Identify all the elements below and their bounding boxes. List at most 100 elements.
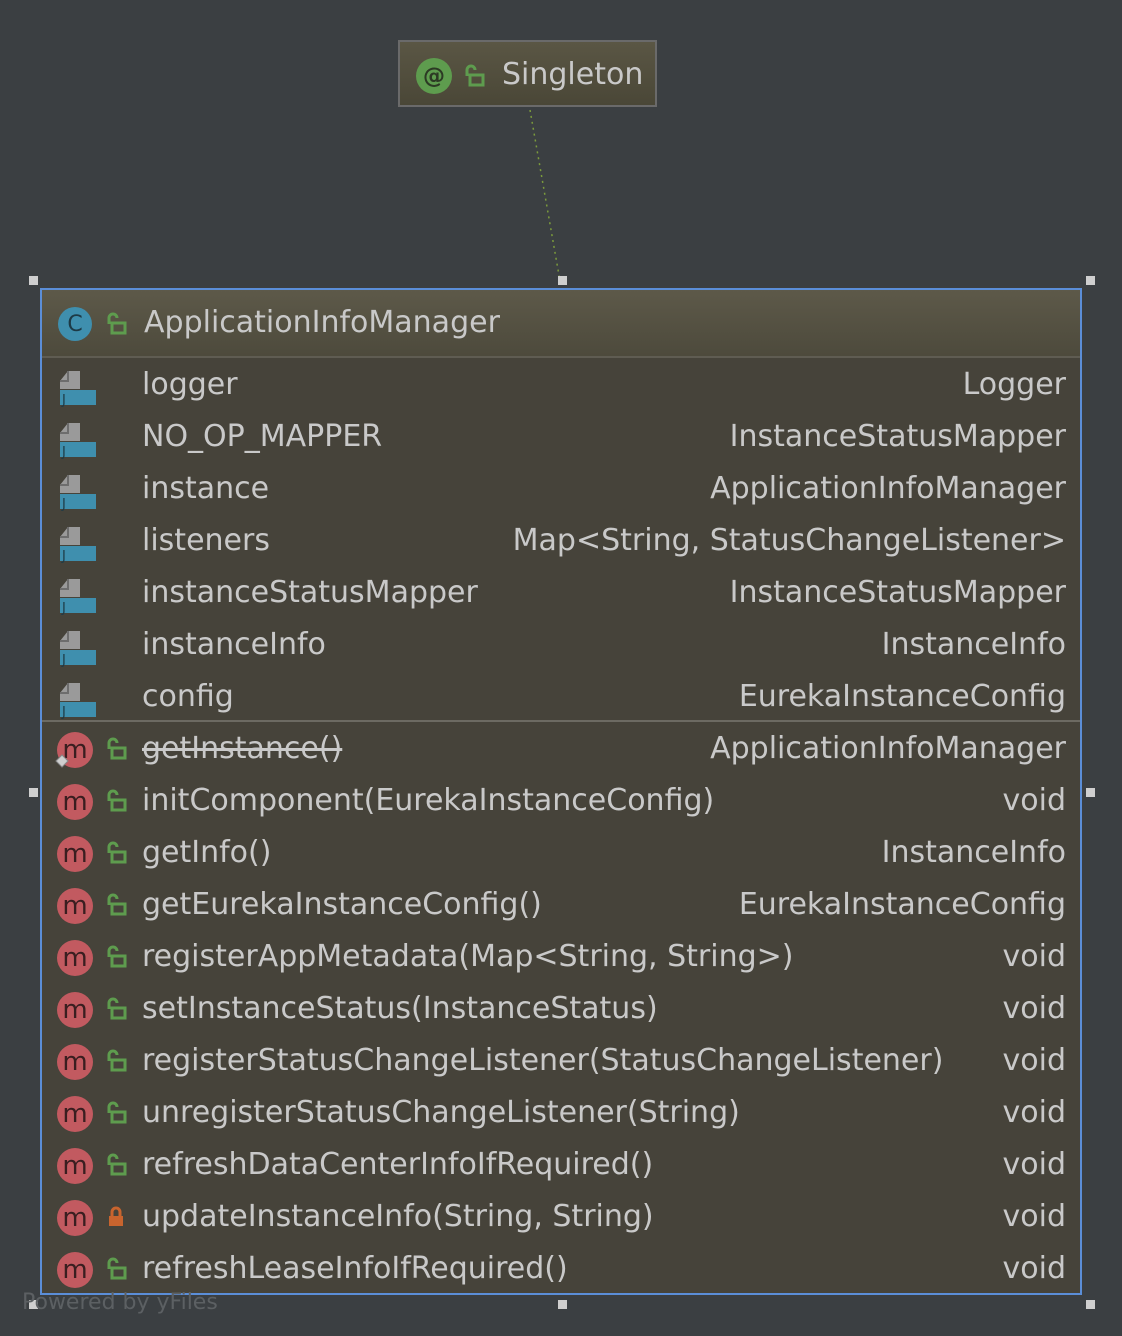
- method-row[interactable]: m setInstanceStatus(InstanceStatus) void: [42, 983, 1080, 1035]
- selection-handle[interactable]: [558, 1300, 567, 1309]
- field-row[interactable]: Jlisteners Map<String, StatusChangeListen…: [42, 515, 1080, 567]
- method-return-type: InstanceInfo: [881, 835, 1066, 870]
- field-row[interactable]: Jinstance ApplicationInfoManager: [42, 463, 1080, 515]
- method-name: unregisterStatusChangeListener(String): [142, 1095, 740, 1130]
- method-icon: m: [57, 992, 93, 1028]
- public-lock-icon: [107, 945, 127, 968]
- method-return-type: void: [1002, 1199, 1067, 1234]
- method-icon: m: [57, 1148, 93, 1184]
- method-icon: m: [57, 784, 93, 820]
- method-row[interactable]: m refreshDataCenterInfoIfRequired() void: [42, 1139, 1080, 1191]
- method-row[interactable]: m refreshLeaseInfoIfRequired() void: [42, 1243, 1080, 1295]
- public-lock-icon: [107, 1049, 127, 1072]
- selection-handle[interactable]: [29, 788, 38, 797]
- annotation-icon: @: [416, 58, 452, 94]
- method-row[interactable]: m getInstance() ApplicationInfoManager: [42, 723, 1080, 775]
- method-name: registerStatusChangeListener(StatusChang…: [142, 1043, 944, 1078]
- method-return-type: void: [1002, 1043, 1067, 1078]
- method-name: setInstanceStatus(InstanceStatus): [142, 991, 658, 1026]
- field-row[interactable]: Jconfig EurekaInstanceConfig: [42, 671, 1080, 723]
- public-lock-icon: [107, 1101, 127, 1124]
- method-icon: m: [57, 1252, 93, 1288]
- method-return-type: void: [1002, 783, 1067, 818]
- class-title: ApplicationInfoManager: [144, 305, 500, 340]
- field-name: instanceStatusMapper: [142, 575, 478, 610]
- svg-text:J: J: [61, 445, 66, 459]
- field-row[interactable]: JinstanceInfo InstanceInfo: [42, 619, 1080, 671]
- method-return-type: void: [1002, 1251, 1067, 1286]
- method-return-type: void: [1002, 939, 1067, 974]
- static-field-icon: J: [60, 371, 96, 407]
- method-name: updateInstanceInfo(String, String): [142, 1199, 654, 1234]
- method-row[interactable]: m unregisterStatusChangeListener(String) v…: [42, 1087, 1080, 1139]
- field-type: Map<String, StatusChangeListener>: [512, 523, 1066, 558]
- selection-handle[interactable]: [29, 276, 38, 285]
- public-lock-icon: [107, 312, 127, 335]
- method-return-type: void: [1002, 1095, 1067, 1130]
- selection-handle[interactable]: [1086, 788, 1095, 797]
- annotation-title: Singleton: [502, 57, 644, 92]
- field-type: EurekaInstanceConfig: [738, 679, 1066, 714]
- field-type: Logger: [962, 367, 1066, 402]
- method-return-type: ApplicationInfoManager: [710, 731, 1066, 766]
- selection-handle[interactable]: [1086, 1300, 1095, 1309]
- method-name: initComponent(EurekaInstanceConfig): [142, 783, 715, 818]
- method-return-type: void: [1002, 1147, 1067, 1182]
- field-name: logger: [142, 367, 238, 402]
- method-return-type: void: [1002, 991, 1067, 1026]
- method-row[interactable]: m getInfo() InstanceInfo: [42, 827, 1080, 879]
- method-name: getEurekaInstanceConfig(): [142, 887, 542, 922]
- static-field-icon: J: [60, 527, 96, 563]
- class-icon: C: [58, 307, 92, 341]
- section-divider: [42, 720, 1080, 722]
- public-lock-icon: [107, 737, 127, 760]
- class-header: C ApplicationInfoManager: [42, 290, 1080, 358]
- method-return-type: EurekaInstanceConfig: [738, 887, 1066, 922]
- method-name: getInfo(): [142, 835, 272, 870]
- method-row[interactable]: m getEurekaInstanceConfig() EurekaInstance…: [42, 879, 1080, 931]
- annotation-node-singleton[interactable]: @ Singleton: [398, 40, 657, 107]
- method-icon: m: [57, 836, 93, 872]
- public-lock-icon: [107, 1153, 127, 1176]
- method-icon: m: [57, 1200, 93, 1236]
- svg-text:J: J: [61, 393, 66, 407]
- method-row[interactable]: m registerStatusChangeListener(StatusChan…: [42, 1035, 1080, 1087]
- public-lock-icon: [107, 789, 127, 812]
- method-name: refreshDataCenterInfoIfRequired(): [142, 1147, 654, 1182]
- svg-text:J: J: [61, 653, 66, 667]
- field-row[interactable]: J NO_OP_MAPPER InstanceStatusMapper: [42, 411, 1080, 463]
- static-field-icon: J: [60, 423, 96, 459]
- method-name: getInstance(): [142, 731, 343, 766]
- deprecated-icon: [55, 754, 69, 768]
- field-row[interactable]: JinstanceStatusMapper InstanceStatusMappe…: [42, 567, 1080, 619]
- method-row[interactable]: m registerAppMetadata(Map<String, String>…: [42, 931, 1080, 983]
- public-lock-icon: [107, 1257, 127, 1280]
- static-field-icon: J: [60, 475, 96, 511]
- field-name: config: [142, 679, 234, 714]
- method-row[interactable]: m updateInstanceInfo(String, String) void: [42, 1191, 1080, 1243]
- field-name: instance: [142, 471, 270, 506]
- method-name: refreshLeaseInfoIfRequired(): [142, 1251, 568, 1286]
- method-row[interactable]: m initComponent(EurekaInstanceConfig) void: [42, 775, 1080, 827]
- field-type: InstanceStatusMapper: [729, 419, 1066, 454]
- svg-text:J: J: [61, 549, 66, 563]
- public-lock-icon: [465, 64, 485, 87]
- selection-handle[interactable]: [1086, 276, 1095, 285]
- svg-text:J: J: [61, 705, 66, 719]
- field-type: InstanceStatusMapper: [729, 575, 1066, 610]
- field-row[interactable]: Jlogger Logger: [42, 359, 1080, 411]
- selection-handle[interactable]: [558, 276, 567, 285]
- field-name: NO_OP_MAPPER: [142, 419, 383, 454]
- public-lock-icon: [107, 841, 127, 864]
- public-lock-icon: [107, 997, 127, 1020]
- method-icon: m: [57, 1096, 93, 1132]
- class-node-application-info-manager[interactable]: C ApplicationInfoManager Jlogger Logger J N…: [40, 288, 1082, 1295]
- method-icon: m: [57, 940, 93, 976]
- static-field-icon: J: [60, 631, 96, 667]
- method-icon: m: [57, 888, 93, 924]
- svg-text:J: J: [61, 601, 66, 615]
- field-type: ApplicationInfoManager: [710, 471, 1066, 506]
- svg-text:J: J: [61, 497, 66, 511]
- method-name: registerAppMetadata(Map<String, String>): [142, 939, 794, 974]
- field-name: instanceInfo: [142, 627, 326, 662]
